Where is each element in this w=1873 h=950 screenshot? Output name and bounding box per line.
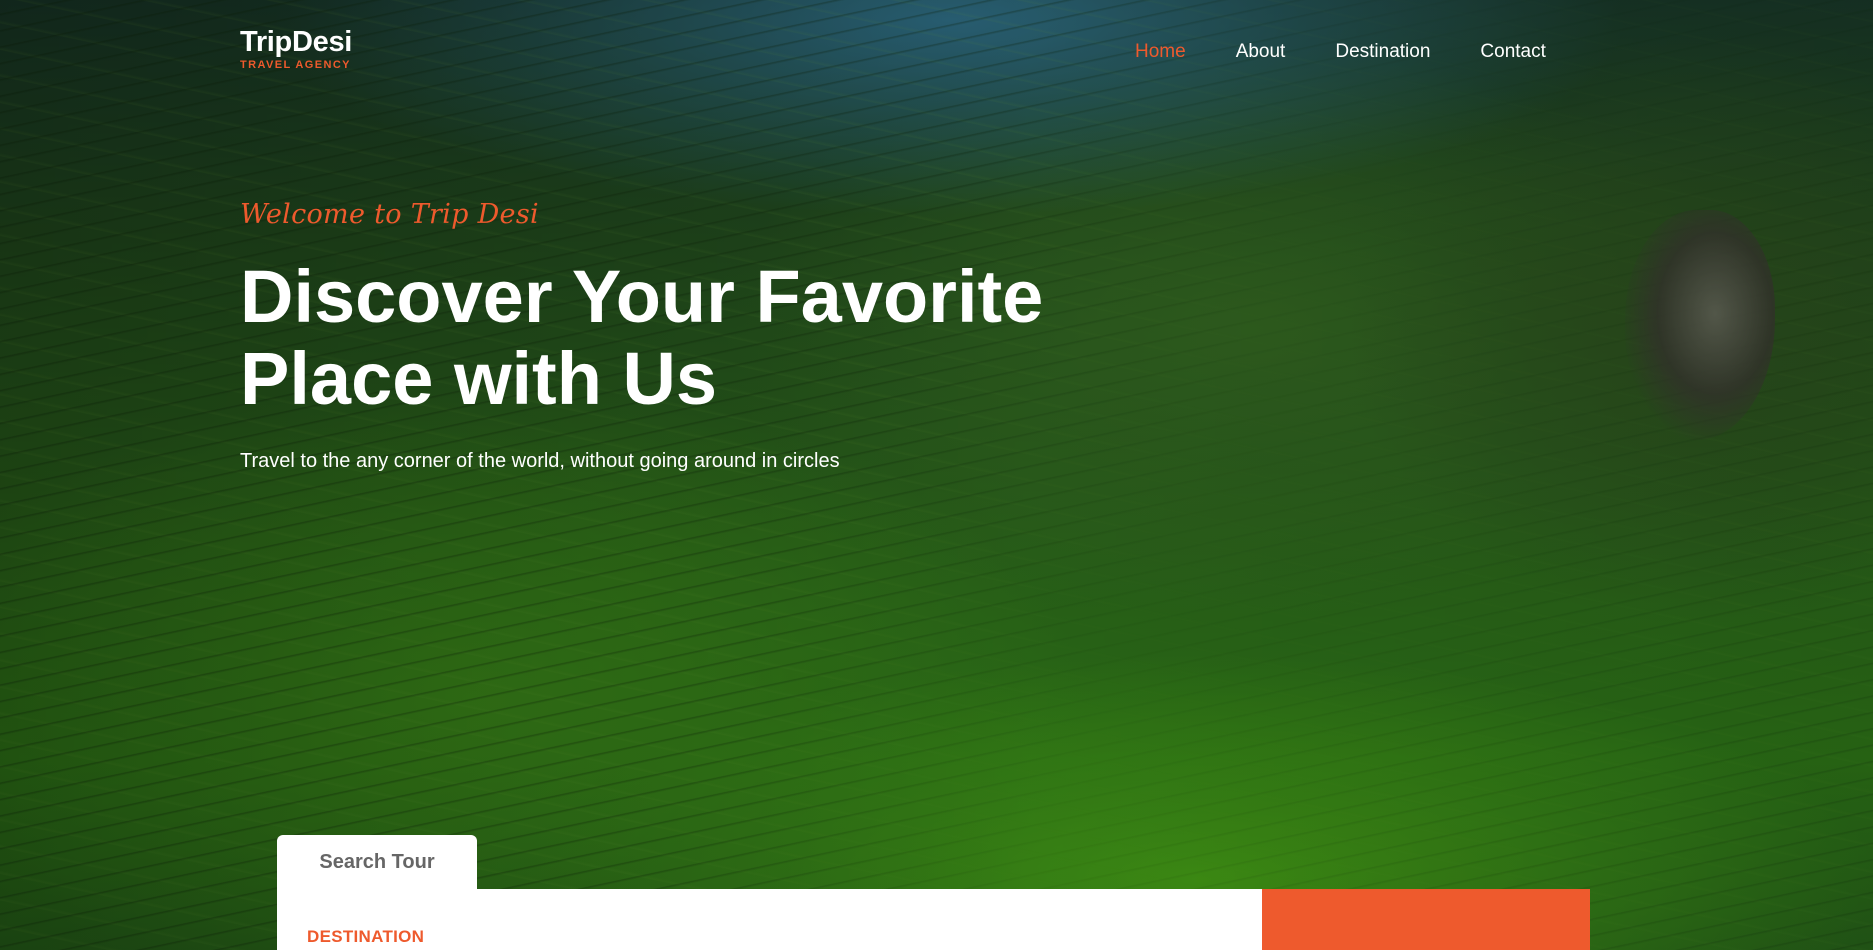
brand-name: TripDesi [240,26,353,58]
tab-search-tour[interactable]: Search Tour [277,835,477,889]
main-nav: Home About Destination Contact [1135,40,1596,64]
brand-tagline: TRAVEL AGENCY [240,59,351,71]
hero-title-line-1: Discover Your Favorite [240,255,1044,338]
nav-link-about[interactable]: About [1236,40,1286,64]
brand-logo[interactable]: TripDesi TRAVEL AGENCY [240,26,352,72]
hero-overlay [0,0,1873,950]
destination-field-label: DESTINATION [307,927,425,946]
nav-link-destination[interactable]: Destination [1335,40,1430,64]
nav-link-contact[interactable]: Contact [1480,40,1545,64]
search-panel: DESTINATION [277,889,1262,950]
search-button[interactable] [1262,889,1590,950]
hero-title-line-2: Place with Us [240,337,718,420]
hero-subtitle: Travel to the any corner of the world, w… [240,450,840,472]
hero-welcome-script: Welcome to Trip Desi [240,199,539,230]
hero-title: Discover Your Favorite Place with Us [240,256,1140,420]
nav-link-home[interactable]: Home [1135,40,1186,64]
